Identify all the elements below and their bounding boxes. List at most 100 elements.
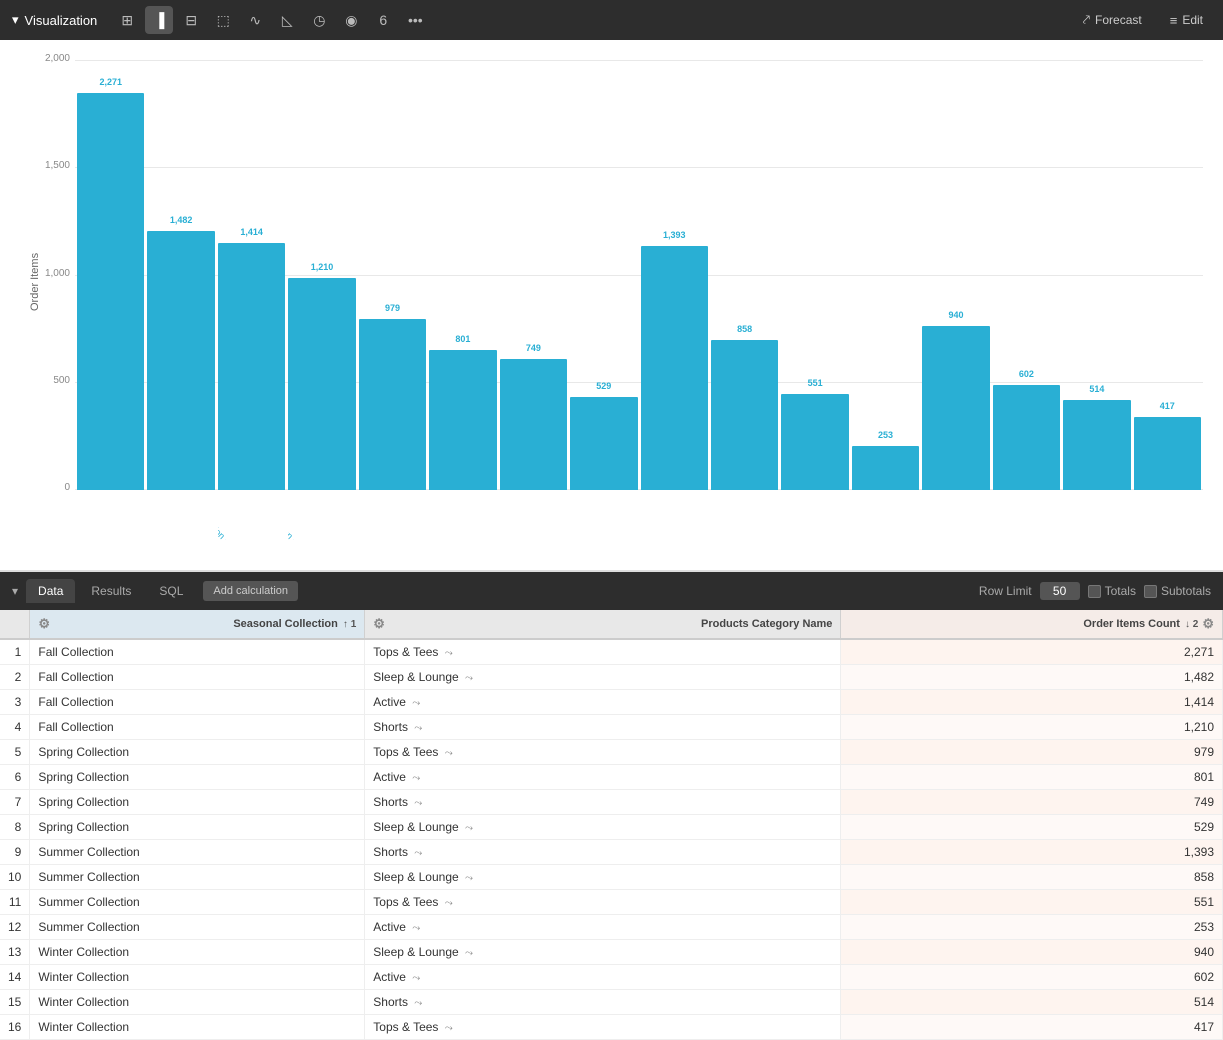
grid-label: 1,500 bbox=[30, 160, 70, 171]
table-row[interactable]: 4Fall CollectionShorts ⤳1,210 bbox=[0, 715, 1223, 740]
bar-group[interactable]: 417 bbox=[1134, 70, 1201, 490]
single-value-btn[interactable]: 6 bbox=[369, 6, 397, 34]
th-inner-count: Order Items Count ↓ 2 ⚙ bbox=[849, 616, 1214, 632]
table-row[interactable]: 2Fall CollectionSleep & Lounge ⤳1,482 bbox=[0, 665, 1223, 690]
chart-x-labels: Fall Collection - Tops & Tees ↗Fall Coll… bbox=[75, 490, 1203, 540]
trend-icon: ⤳ bbox=[445, 648, 453, 659]
tab-sql[interactable]: SQL bbox=[147, 579, 195, 603]
tab-results[interactable]: Results bbox=[79, 579, 143, 603]
seasonal-cell: Summer Collection bbox=[30, 890, 365, 915]
seasonal-collection-header[interactable]: ⚙ Seasonal Collection ↑ 1 bbox=[30, 610, 365, 639]
totals-checkbox-label[interactable]: Totals bbox=[1088, 584, 1136, 598]
edit-button[interactable]: ≡ Edit bbox=[1162, 9, 1211, 32]
bar: 1,393 bbox=[641, 246, 708, 490]
seasonal-cell: Spring Collection bbox=[30, 790, 365, 815]
trend-icon: ⤳ bbox=[445, 898, 453, 909]
bar: 940 bbox=[922, 326, 989, 491]
row-number: 14 bbox=[0, 965, 30, 990]
count-cell: 514 bbox=[841, 990, 1223, 1015]
settings-icon-count[interactable]: ⚙ bbox=[1202, 616, 1214, 632]
more-btn[interactable]: ••• bbox=[401, 6, 429, 34]
count-header[interactable]: Order Items Count ↓ 2 ⚙ bbox=[841, 610, 1223, 639]
bar: 801 bbox=[429, 350, 496, 490]
bar-group[interactable]: 602 bbox=[993, 70, 1060, 490]
category-cell: Shorts ⤳ bbox=[365, 715, 841, 740]
x-axis-label: Winter Collection - Tops & Tees ↗ bbox=[1134, 494, 1162, 540]
table-row[interactable]: 13Winter CollectionSleep & Lounge ⤳940 bbox=[0, 940, 1223, 965]
table-row[interactable]: 3Fall CollectionActive ⤳1,414 bbox=[0, 690, 1223, 715]
subtotals-checkbox-label[interactable]: Subtotals bbox=[1144, 584, 1211, 598]
bar-group[interactable]: 514 bbox=[1063, 70, 1130, 490]
table-row[interactable]: 7Spring CollectionShorts ⤳749 bbox=[0, 790, 1223, 815]
seasonal-cell: Fall Collection bbox=[30, 690, 365, 715]
bar-group[interactable]: 801 bbox=[429, 70, 496, 490]
row-number: 3 bbox=[0, 690, 30, 715]
table-row[interactable]: 10Summer CollectionSleep & Lounge ⤳858 bbox=[0, 865, 1223, 890]
category-header[interactable]: ⚙ Products Category Name bbox=[365, 610, 841, 639]
bar-group[interactable]: 749 bbox=[500, 70, 567, 490]
table-row[interactable]: 8Spring CollectionSleep & Lounge ⤳529 bbox=[0, 815, 1223, 840]
table-row[interactable]: 5Spring CollectionTops & Tees ⤳979 bbox=[0, 740, 1223, 765]
bar-group[interactable]: 1,210 bbox=[288, 70, 355, 490]
bar-group[interactable]: 940 bbox=[922, 70, 989, 490]
count-cell: 1,414 bbox=[841, 690, 1223, 715]
x-label-item: Summer Collection - Sleep & Lounge ↗ bbox=[711, 490, 778, 540]
area-chart-btn[interactable]: ◺ bbox=[273, 6, 301, 34]
bar-group[interactable]: 858 bbox=[711, 70, 778, 490]
table-row[interactable]: 9Summer CollectionShorts ⤳1,393 bbox=[0, 840, 1223, 865]
bar-chart-btn[interactable]: ▐ bbox=[145, 6, 173, 34]
bar-group[interactable]: 253 bbox=[852, 70, 919, 490]
grid-view-btn[interactable]: ⊟ bbox=[177, 6, 205, 34]
seasonal-cell: Summer Collection bbox=[30, 915, 365, 940]
add-calculation-button[interactable]: Add calculation bbox=[203, 581, 298, 601]
top-toolbar: ▾ Visualization ⊞ ▐ ⊟ ⬚ ∿ ◺ ◷ ◉ 6 ••• ⤤ … bbox=[0, 0, 1223, 40]
trend-icon: ⤳ bbox=[412, 773, 420, 784]
table-row[interactable]: 15Winter CollectionShorts ⤳514 bbox=[0, 990, 1223, 1015]
table-row[interactable]: 16Winter CollectionTops & Tees ⤳417 bbox=[0, 1015, 1223, 1040]
settings-icon-category[interactable]: ⚙ bbox=[373, 616, 385, 632]
bar-group[interactable]: 529 bbox=[570, 70, 637, 490]
bar-value-label: 858 bbox=[737, 324, 752, 334]
line-chart-btn[interactable]: ∿ bbox=[241, 6, 269, 34]
bar-group[interactable]: 551 bbox=[781, 70, 848, 490]
count-cell: 253 bbox=[841, 915, 1223, 940]
grid-label: 500 bbox=[30, 375, 70, 386]
data-panel-chevron[interactable]: ▾ bbox=[12, 584, 18, 598]
row-limit-input[interactable] bbox=[1040, 582, 1080, 600]
tab-data[interactable]: Data bbox=[26, 579, 75, 603]
table-row[interactable]: 11Summer CollectionTops & Tees ⤳551 bbox=[0, 890, 1223, 915]
bar: 749 bbox=[500, 359, 567, 490]
table-view-btn[interactable]: ⊞ bbox=[113, 6, 141, 34]
seasonal-cell: Winter Collection bbox=[30, 940, 365, 965]
x-label-item: Summer Collection - Shorts ↗ bbox=[641, 490, 708, 540]
count-cell: 940 bbox=[841, 940, 1223, 965]
bar-value-label: 979 bbox=[385, 303, 400, 313]
x-axis-label: Fall Collection - Shorts ↗ bbox=[288, 494, 326, 540]
table-row[interactable]: 14Winter CollectionActive ⤳602 bbox=[0, 965, 1223, 990]
bar-group[interactable]: 1,482 bbox=[147, 70, 214, 490]
bar: 1,210 bbox=[288, 278, 355, 490]
count-cell: 858 bbox=[841, 865, 1223, 890]
subtotals-checkbox[interactable] bbox=[1144, 585, 1157, 598]
table-row[interactable]: 1Fall CollectionTops & Tees ⤳2,271 bbox=[0, 639, 1223, 665]
bar-group[interactable]: 1,414 bbox=[218, 70, 285, 490]
bar-group[interactable]: 2,271 bbox=[77, 70, 144, 490]
table-row[interactable]: 12Summer CollectionActive ⤳253 bbox=[0, 915, 1223, 940]
settings-icon-seasonal[interactable]: ⚙ bbox=[38, 616, 50, 632]
timeline-btn[interactable]: ◷ bbox=[305, 6, 333, 34]
category-cell: Active ⤳ bbox=[365, 765, 841, 790]
bar-group[interactable]: 1,393 bbox=[641, 70, 708, 490]
totals-checkbox[interactable] bbox=[1088, 585, 1101, 598]
table-header: ⚙ Seasonal Collection ↑ 1 ⚙ Products Cat… bbox=[0, 610, 1223, 639]
chart-inner: 2,0001,5001,0005000 2,2711,4821,4141,210… bbox=[75, 60, 1203, 540]
table-scroll[interactable]: ⚙ Seasonal Collection ↑ 1 ⚙ Products Cat… bbox=[0, 610, 1223, 1040]
chevron-down-icon[interactable]: ▾ bbox=[12, 12, 19, 28]
count-cell: 979 bbox=[841, 740, 1223, 765]
row-number: 15 bbox=[0, 990, 30, 1015]
table-row[interactable]: 6Spring CollectionActive ⤳801 bbox=[0, 765, 1223, 790]
map-btn[interactable]: ◉ bbox=[337, 6, 365, 34]
bar-group[interactable]: 979 bbox=[359, 70, 426, 490]
bar: 514 bbox=[1063, 400, 1130, 490]
scatter-btn[interactable]: ⬚ bbox=[209, 6, 237, 34]
forecast-button[interactable]: ⤤ Forecast bbox=[1075, 8, 1150, 32]
